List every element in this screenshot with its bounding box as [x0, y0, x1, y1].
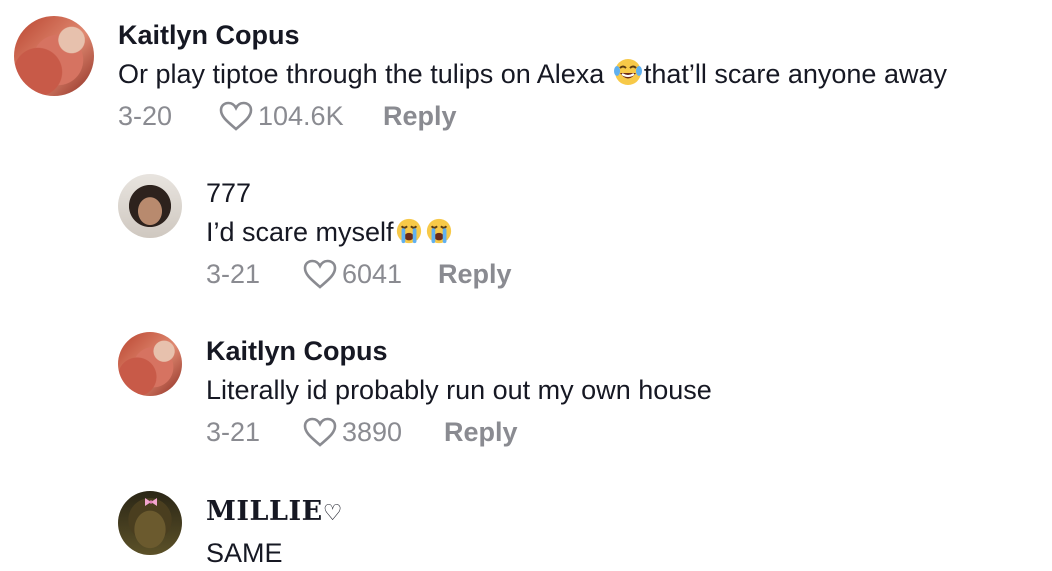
avatar[interactable] — [118, 491, 182, 555]
reply-button[interactable]: Reply — [438, 256, 512, 292]
like-button[interactable]: 104.6K — [218, 98, 383, 134]
like-button[interactable]: 6041 — [302, 256, 438, 292]
reply-item: Kaitlyn Copus Literally id probably run … — [118, 332, 712, 450]
comment-item: Kaitlyn Copus Or play tiptoe through the… — [14, 16, 947, 134]
comment-author[interactable]: 777 — [206, 176, 512, 210]
comment-date: 3-21 — [206, 259, 261, 289]
reply-item: 777 I’d scare myself 3-21 6041 Reply — [118, 174, 512, 292]
avatar[interactable] — [118, 174, 182, 238]
comment-meta: 3-20 104.6K Reply — [118, 98, 947, 134]
comment-author-text: MILLIE — [206, 496, 323, 527]
comment-date: 3-20 — [118, 101, 173, 131]
like-count: 104.6K — [258, 101, 344, 131]
like-count: 6041 — [342, 259, 403, 289]
reply-item: MILLIE♡ SAME — [118, 491, 343, 571]
avatar[interactable] — [118, 332, 182, 396]
comment-text-part: Literally id probably run out my own hou… — [206, 375, 712, 405]
comment-text: I’d scare myself — [206, 214, 512, 250]
comment-text: SAME — [206, 538, 283, 568]
comment-body: Kaitlyn Copus Or play tiptoe through the… — [118, 18, 947, 134]
heart-icon — [219, 101, 253, 131]
crying-emoji-icon — [426, 218, 451, 244]
avatar[interactable] — [14, 16, 94, 96]
crying-emoji-icon — [396, 218, 421, 244]
comment-date: 3-21 — [206, 417, 261, 447]
reply-button[interactable]: Reply — [444, 414, 518, 450]
laughing-tears-emoji-icon — [613, 59, 642, 85]
comment-text: Or play tiptoe through the tulips on Ale… — [118, 56, 947, 92]
like-count: 3890 — [342, 417, 403, 447]
comment-author[interactable]: Kaitlyn Copus — [118, 18, 947, 52]
comment-body: 777 I’d scare myself 3-21 6041 Reply — [206, 176, 512, 292]
comment-text-part: I’d scare myself — [206, 217, 394, 247]
comment-author[interactable]: Kaitlyn Copus — [206, 334, 712, 368]
heart-icon — [303, 417, 337, 447]
comment-body: MILLIE♡ SAME — [206, 495, 343, 571]
comment-text-part: that’ll scare anyone away — [643, 59, 947, 89]
reply-button[interactable]: Reply — [383, 98, 457, 134]
heart-symbol: ♡ — [322, 501, 343, 526]
comment-body: Kaitlyn Copus Literally id probably run … — [206, 334, 712, 450]
comment-author[interactable]: MILLIE♡ — [206, 495, 343, 531]
like-button[interactable]: 3890 — [302, 414, 444, 450]
comment-meta: 3-21 6041 Reply — [206, 256, 512, 292]
comment-meta: 3-21 3890 Reply — [206, 414, 712, 450]
bow-icon — [145, 498, 157, 506]
comment-text: Literally id probably run out my own hou… — [206, 372, 712, 408]
heart-icon — [303, 259, 337, 289]
comment-text-part: Or play tiptoe through the tulips on Ale… — [118, 59, 612, 89]
